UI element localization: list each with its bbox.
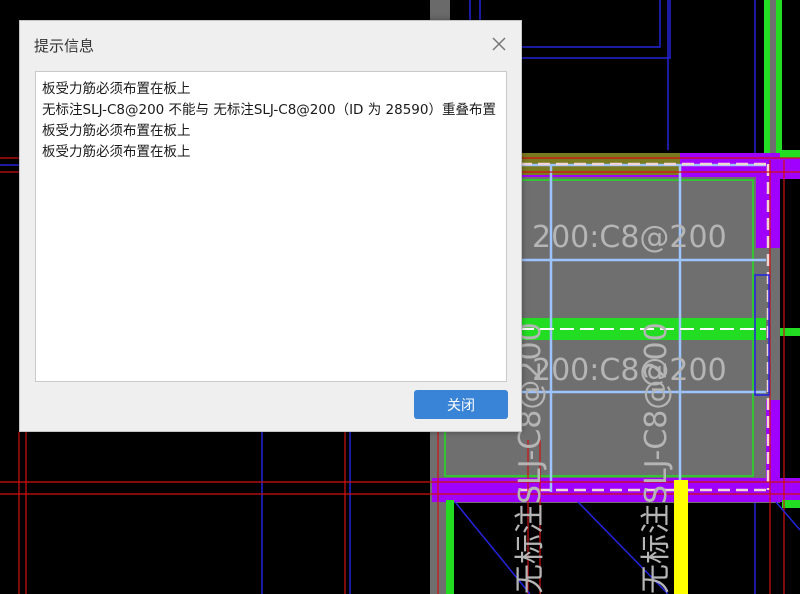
- message-dialog: 提示信息 板受力筋必须布置在板上 无标注SLJ-C8@200 不能与 无标注SL…: [19, 20, 522, 432]
- close-button[interactable]: 关闭: [414, 390, 508, 419]
- yellow-highlight: [674, 480, 688, 594]
- rebar-label-upper: 200:C8@200: [532, 220, 727, 255]
- message-text-area[interactable]: 板受力筋必须布置在板上 无标注SLJ-C8@200 不能与 无标注SLJ-C8@…: [35, 71, 507, 382]
- rebar-label-vertical-right: 无标注SLJ-C8@200: [639, 322, 674, 594]
- message-line: 板受力筋必须布置在板上: [42, 81, 191, 97]
- message-line: 板受力筋必须布置在板上: [42, 123, 191, 139]
- column-strip-top: [430, 0, 450, 20]
- rebar-label-lower: 200:C8@200: [532, 353, 727, 388]
- wall-right-lower: [766, 400, 780, 502]
- dialog-title: 提示信息: [34, 37, 95, 55]
- message-line: 无标注SLJ-C8@200 不能与 无标注SLJ-C8@200（ID 为 285…: [42, 102, 496, 118]
- close-icon[interactable]: [490, 35, 508, 53]
- message-line: 板受力筋必须布置在板上: [42, 144, 191, 160]
